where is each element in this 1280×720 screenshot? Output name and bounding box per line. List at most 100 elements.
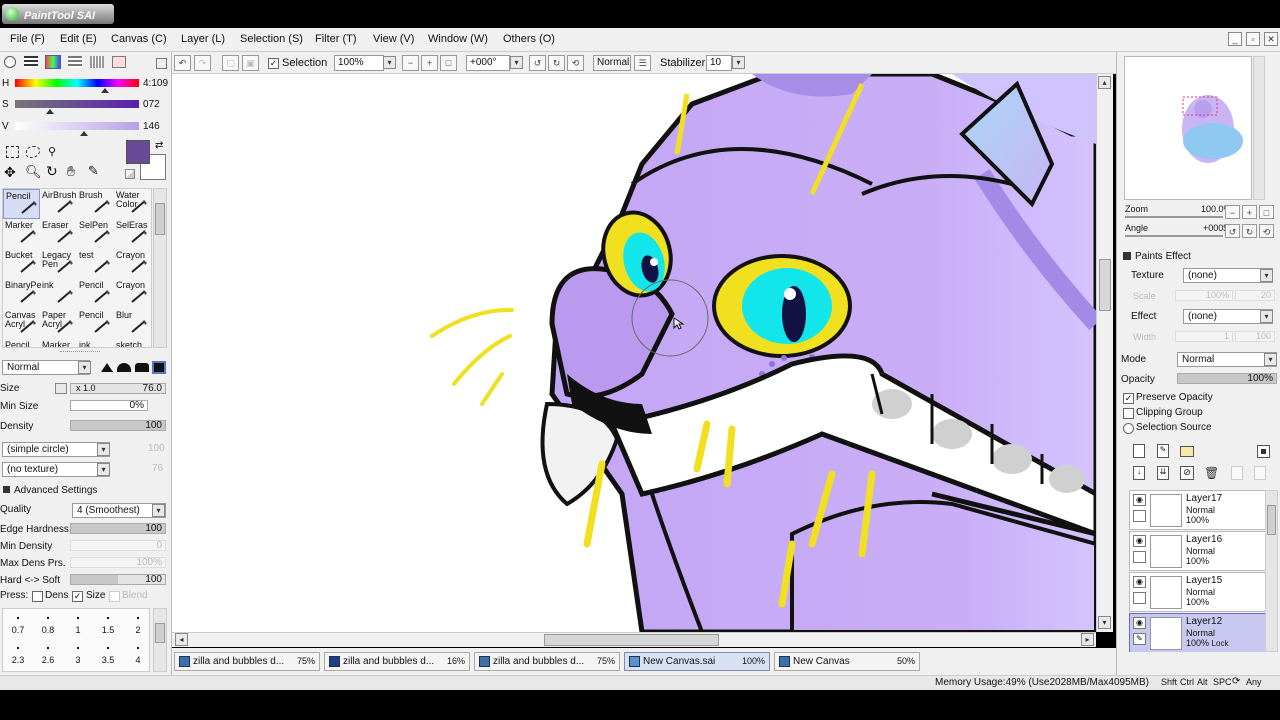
- rect-select-icon[interactable]: [6, 146, 19, 158]
- advanced-settings-toggle-icon[interactable]: [3, 486, 10, 493]
- saturation-marker-icon[interactable]: [46, 109, 54, 114]
- layer-pen-icon[interactable]: ✎: [1133, 633, 1146, 645]
- menu-others[interactable]: Others (O): [503, 33, 555, 45]
- stabilizer-chevron-down-icon[interactable]: ▾: [732, 56, 745, 69]
- tool-binarype[interactable]: BinaryPe: [3, 279, 42, 309]
- layer-panel-menu-icon[interactable]: [1257, 445, 1270, 458]
- scratchpad-icon[interactable]: [112, 56, 126, 68]
- tool-eraser[interactable]: Eraser: [40, 219, 77, 249]
- tool-pencil[interactable]: Pencil: [77, 309, 114, 339]
- layer-mode-select[interactable]: Normal: [1177, 352, 1277, 367]
- pressure-size-checkbox[interactable]: ✓: [72, 591, 83, 602]
- selection-checkbox[interactable]: ✓: [268, 58, 279, 69]
- width-strength-slider[interactable]: 100: [1235, 331, 1275, 342]
- tool-crayon[interactable]: Crayon: [114, 279, 151, 309]
- stabilizer-field[interactable]: 10: [706, 55, 732, 71]
- delete-layer-icon[interactable]: 🗑︎: [1204, 466, 1219, 480]
- color-wheel-icon[interactable]: [4, 56, 16, 68]
- effect-chevron-down-icon[interactable]: ▾: [1260, 310, 1273, 323]
- rotate-left-icon[interactable]: ↺: [529, 55, 546, 71]
- paints-effect-toggle-icon[interactable]: [1123, 252, 1131, 260]
- rotate-right-icon[interactable]: ↻: [548, 55, 565, 71]
- menu-file[interactable]: File (F): [10, 33, 45, 45]
- quality-chevron-down-icon[interactable]: ▾: [152, 504, 165, 517]
- minimize-button[interactable]: _: [1228, 32, 1242, 46]
- tool-seleras[interactable]: SelEras: [114, 219, 151, 249]
- nav-rotate-reset-icon[interactable]: ⟲: [1259, 224, 1274, 238]
- size-preset[interactable]: 2.6: [33, 641, 63, 671]
- tool-blur[interactable]: Blur: [114, 309, 151, 339]
- flip-view-icon[interactable]: ☰: [634, 55, 651, 71]
- view-mode-field[interactable]: Normal: [593, 55, 631, 71]
- menu-layer[interactable]: Layer (L): [181, 33, 225, 45]
- zoom-out-icon[interactable]: −: [402, 55, 419, 71]
- menu-window[interactable]: Window (W): [428, 33, 488, 45]
- tab-document-1[interactable]: zilla and bubbles d... 75%: [174, 652, 320, 671]
- tab-document-5[interactable]: New Canvas 50%: [774, 652, 920, 671]
- navigator-scrollbar[interactable]: [1253, 56, 1265, 200]
- brush-texture-chevron-down-icon[interactable]: ▾: [97, 463, 110, 476]
- nav-zoom-slider[interactable]: [1125, 216, 1223, 218]
- size-preset[interactable]: 2.3: [3, 641, 33, 671]
- swatches-icon[interactable]: [90, 56, 104, 68]
- tool-legacy-pen[interactable]: Legacy Pen: [40, 249, 77, 279]
- layer-lock-icon[interactable]: [1133, 510, 1146, 522]
- blend-mode-select[interactable]: Normal: [2, 360, 90, 375]
- deselect-icon[interactable]: ▢: [222, 55, 239, 71]
- tool-grid-scrollbar[interactable]: [153, 188, 167, 348]
- hue-marker-icon[interactable]: [101, 88, 109, 93]
- brush-shape-chevron-down-icon[interactable]: ▾: [97, 443, 110, 456]
- brush-texture-select[interactable]: (no texture): [2, 462, 110, 477]
- visibility-eye-icon[interactable]: ◉: [1133, 576, 1146, 588]
- zoom-chevron-down-icon[interactable]: ▾: [383, 56, 396, 69]
- layer-row-selected[interactable]: ◉ ✎ Layer12 Normal 100% Lock: [1129, 613, 1265, 652]
- max-dens-prs-slider[interactable]: 100%: [70, 557, 166, 568]
- soft-tip-icon[interactable]: [135, 363, 149, 372]
- size-mult-button[interactable]: [55, 383, 67, 394]
- nav-rotate-left-icon[interactable]: ↺: [1225, 224, 1240, 238]
- swap-colors-icon[interactable]: ⇄: [155, 140, 163, 151]
- nav-zoom-in-icon[interactable]: +: [1242, 205, 1257, 219]
- hard-tip-icon[interactable]: [101, 363, 113, 372]
- selection-source-checkbox[interactable]: [1123, 423, 1134, 434]
- rotate-icon[interactable]: ↻: [46, 164, 58, 178]
- rotate-reset-icon[interactable]: ⟲: [567, 55, 584, 71]
- visibility-eye-icon[interactable]: ◉: [1133, 617, 1146, 629]
- pressure-blend-checkbox[interactable]: [109, 591, 120, 602]
- menu-edit[interactable]: Edit (E): [60, 33, 97, 45]
- menu-filter[interactable]: Filter (T): [315, 33, 357, 45]
- horizontal-scroll-thumb[interactable]: [544, 634, 719, 646]
- zoom-icon[interactable]: 🔍︎: [25, 165, 42, 179]
- layer-opacity-slider[interactable]: 100%: [1177, 373, 1277, 384]
- lasso-icon[interactable]: [26, 146, 40, 158]
- texture-chevron-down-icon[interactable]: ▾: [1260, 269, 1273, 282]
- nav-rotate-right-icon[interactable]: ↻: [1242, 224, 1257, 238]
- pressure-density-checkbox[interactable]: [32, 591, 43, 602]
- nav-angle-slider[interactable]: [1125, 235, 1223, 237]
- tool-selpen[interactable]: SelPen: [77, 219, 114, 249]
- layers-scrollbar[interactable]: [1265, 490, 1278, 652]
- apply-mask-icon[interactable]: [1231, 466, 1243, 480]
- tool-marker[interactable]: Marker: [40, 339, 77, 348]
- layer-row[interactable]: ◉ Layer15 Normal 100%: [1129, 572, 1265, 612]
- tool-ink[interactable]: ink: [40, 279, 77, 309]
- navigator-preview[interactable]: [1124, 56, 1252, 200]
- angle-field[interactable]: +000°: [466, 55, 510, 71]
- zoom-in-icon[interactable]: +: [421, 55, 438, 71]
- scroll-right-icon[interactable]: ▸: [1081, 633, 1094, 646]
- tool-brush[interactable]: Brush: [77, 189, 114, 219]
- tool-canvas-acryl[interactable]: Canvas Acryl: [3, 309, 40, 339]
- tab-document-4-active[interactable]: New Canvas.sai 100%: [624, 652, 770, 671]
- undo-icon[interactable]: ↶: [174, 55, 191, 71]
- visibility-eye-icon[interactable]: ◉: [1133, 494, 1146, 506]
- hard-soft-slider[interactable]: 100: [70, 574, 166, 585]
- size-preset[interactable]: 4: [123, 641, 153, 671]
- tool-water-color[interactable]: Water Color: [114, 189, 151, 219]
- canvas-vertical-scrollbar[interactable]: ▴ ▾: [1096, 74, 1113, 632]
- edge-hardness-slider[interactable]: 100: [70, 523, 166, 534]
- rgb-slider-icon[interactable]: [24, 56, 38, 68]
- tool-pencil[interactable]: Pencil: [77, 279, 114, 309]
- tab-document-3[interactable]: zilla and bubbles d... 75%: [474, 652, 620, 671]
- magic-wand-icon[interactable]: ⚲: [48, 145, 60, 159]
- move-icon[interactable]: ✥: [4, 165, 16, 179]
